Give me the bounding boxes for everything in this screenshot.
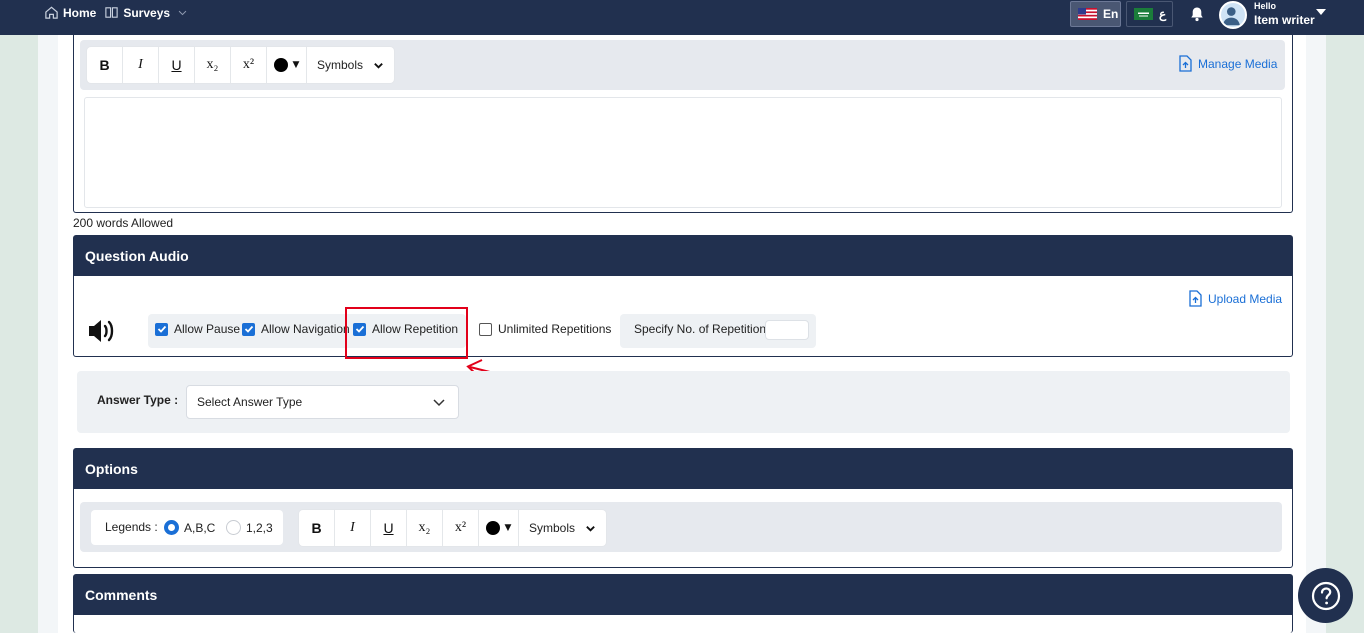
symbols-label: Symbols (317, 58, 364, 72)
nav-surveys-label: Surveys (123, 5, 171, 20)
username: Item writer (1254, 13, 1315, 27)
upload-media-label: Upload Media (1208, 291, 1283, 306)
greeting: Hello (1254, 1, 1277, 11)
bold-button[interactable]: B (299, 510, 335, 546)
bell-icon[interactable] (1189, 6, 1205, 22)
unlimited-repetitions-option[interactable]: Unlimited Repetitions (479, 322, 611, 336)
subscript-button[interactable]: x₂ (407, 510, 443, 546)
text-color-button[interactable]: ▼ (479, 510, 519, 546)
superscript-button[interactable]: x² (443, 510, 479, 546)
allow-pause-option[interactable]: Allow Pause (155, 322, 240, 336)
chevron-down-icon (433, 399, 445, 407)
allow-pause-label: Allow Pause (174, 322, 241, 336)
legend-option-abc[interactable]: A,B,C (164, 520, 215, 535)
symbols-select[interactable]: Symbols (519, 510, 606, 546)
nav-left: Home Surveys (44, 5, 188, 20)
superscript-button[interactable]: x² (231, 47, 267, 83)
options-editor-toolbar: B I U x₂ x² ▼ Symbols (299, 510, 607, 546)
legend-abc-label: A,B,C (184, 520, 216, 535)
nav-home[interactable]: Home (44, 5, 96, 20)
speaker-icon[interactable] (87, 318, 115, 344)
repetitions-count-input[interactable] (765, 320, 809, 340)
question-audio-header: Question Audio (73, 235, 1293, 276)
underline-button[interactable]: U (371, 510, 407, 546)
annotation-highlight-box (345, 307, 468, 359)
text-color-button[interactable]: ▼ (267, 47, 307, 83)
options-header: Options (73, 448, 1293, 489)
nav-home-label: Home (63, 5, 97, 20)
dropdown-triangle-icon: ▼ (504, 523, 512, 533)
legend-123-radio[interactable] (226, 520, 241, 535)
help-button[interactable] (1298, 568, 1353, 623)
question-text-editor[interactable] (84, 97, 1282, 208)
language-ar-label: ع (1159, 7, 1167, 21)
answer-type-label: Answer Type : (97, 393, 179, 407)
legends-label: Legends : (105, 520, 158, 534)
book-icon (105, 7, 119, 18)
chevron-down-icon (374, 62, 383, 69)
allow-navigation-option[interactable]: Allow Navigation (242, 322, 350, 336)
manage-media-link[interactable]: Manage Media (1178, 55, 1277, 72)
color-swatch-icon (273, 58, 288, 72)
question-audio-title: Question Audio (85, 247, 189, 264)
sa-flag-icon (1134, 8, 1153, 20)
language-ar-button[interactable]: ع (1126, 1, 1173, 27)
user-menu-caret-icon[interactable] (1316, 9, 1326, 15)
unlimited-repetitions-label: Unlimited Repetitions (498, 322, 612, 336)
file-upload-icon (1189, 290, 1202, 307)
allow-navigation-label: Allow Navigation (261, 322, 350, 336)
nav-surveys[interactable]: Surveys (104, 5, 188, 20)
avatar[interactable] (1219, 1, 1247, 29)
comments-title: Comments (85, 586, 158, 603)
chevron-down-icon (586, 525, 595, 532)
right-page-strip (1306, 35, 1326, 633)
subscript-button[interactable]: x₂ (195, 47, 231, 83)
symbols-label: Symbols (529, 521, 576, 535)
upload-media-link[interactable]: Upload Media (1188, 290, 1282, 307)
question-mark-icon (1311, 581, 1340, 610)
allow-pause-checkbox[interactable] (155, 322, 168, 336)
left-page-strip (38, 35, 58, 633)
options-title: Options (85, 460, 138, 477)
file-upload-icon (1179, 55, 1192, 72)
legend-123-label: 1,2,3 (246, 520, 273, 535)
us-flag-icon (1078, 8, 1097, 20)
unlimited-repetitions-checkbox[interactable] (479, 322, 492, 336)
allow-navigation-checkbox[interactable] (242, 322, 255, 336)
answer-type-select[interactable]: Select Answer Type (186, 385, 459, 419)
comments-body (73, 615, 1293, 633)
language-en-button[interactable]: En (1070, 1, 1121, 27)
underline-button[interactable]: U (159, 47, 195, 83)
italic-button[interactable]: I (335, 510, 371, 546)
repetitions-count-label: Specify No. of Repetitions (634, 322, 773, 336)
bold-button[interactable]: B (87, 47, 123, 83)
symbols-select[interactable]: Symbols (307, 47, 394, 83)
answer-type-value: Select Answer Type (197, 395, 303, 409)
language-en-label: En (1103, 7, 1119, 21)
home-icon (45, 6, 58, 19)
top-navbar: Home Surveys En ع Hello Item writer (0, 0, 1364, 35)
comments-header: Comments (73, 574, 1293, 615)
chevron-down-icon (178, 10, 187, 16)
manage-media-label: Manage Media (1198, 56, 1278, 71)
words-allowed-note: 200 words Allowed (73, 216, 174, 230)
color-swatch-icon (485, 521, 500, 535)
italic-button[interactable]: I (123, 47, 159, 83)
legend-abc-radio[interactable] (164, 520, 179, 535)
editor-toolbar: B I U x₂ x² ▼ Symbols (87, 47, 395, 83)
dropdown-triangle-icon: ▼ (292, 60, 300, 70)
legend-option-123[interactable]: 1,2,3 (226, 520, 273, 535)
